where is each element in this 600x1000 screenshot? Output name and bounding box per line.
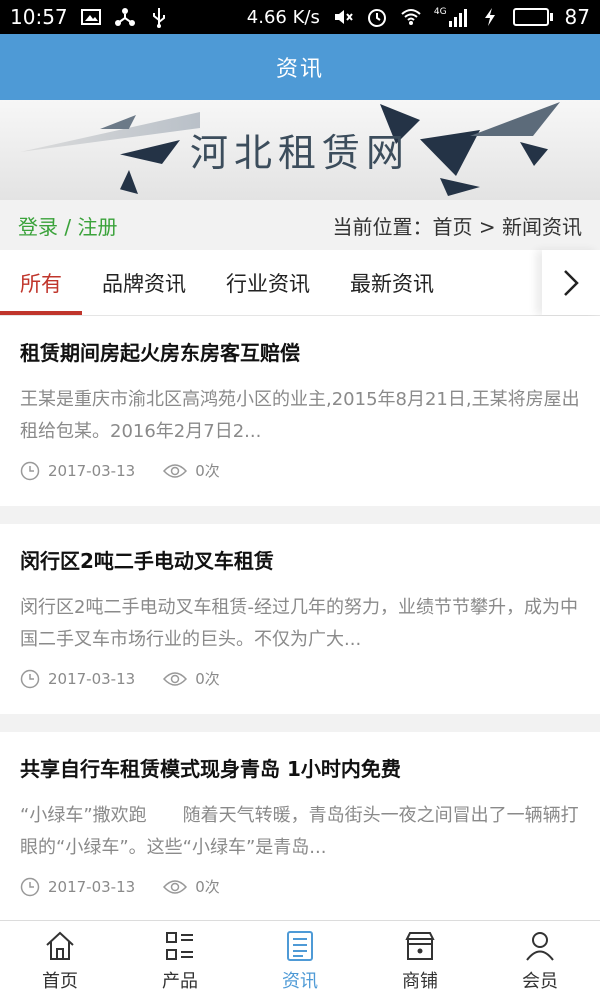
battery-indicator [512,8,553,26]
tab-all[interactable]: 所有 [0,250,82,315]
article-views: 0次 [195,878,220,896]
news-icon [287,930,313,961]
signal-icon: 4G [434,7,467,27]
location-row: 登录 / 注册 当前位置：首页 > 新闻资讯 [0,200,600,250]
nav-label: 产品 [162,970,198,992]
wifi-icon [400,6,422,28]
category-tabs: 所有 品牌资讯 行业资讯 最新资讯 [0,250,600,316]
list-item[interactable]: 共享自行车租赁模式现身青岛 1小时内免费 “小绿车”撒欢跑 随着天气转暖，青岛街… [0,732,600,922]
screenshot-icon [80,6,102,28]
article-title: 共享自行车租赁模式现身青岛 1小时内免费 [20,757,401,781]
nav-home[interactable]: 首页 [0,921,120,1000]
list-item[interactable]: 租赁期间房起火房东房客互赔偿 王某是重庆市渝北区高鸿苑小区的业主,2015年8月… [0,316,600,506]
nav-member[interactable]: 会员 [480,921,600,1000]
tabs-more-button[interactable] [542,250,600,315]
page-title: 资讯 [275,57,324,82]
status-time: 10:57 [10,5,68,29]
nav-label: 会员 [522,970,558,992]
alarm-icon [366,6,388,28]
clock-icon [20,461,40,480]
battery-percent: 87 [564,5,590,29]
article-title: 租赁期间房起火房东房客互赔偿 [20,341,300,365]
banner: 河北租赁网 [0,100,600,200]
article-list: 租赁期间房起火房东房客互赔偿 王某是重庆市渝北区高鸿苑小区的业主,2015年8月… [0,316,600,940]
nav-label: 资讯 [282,970,318,992]
page-header: 资讯 [0,34,600,100]
article-views: 0次 [195,462,220,480]
tab-label: 最新资讯 [350,271,434,296]
mute-icon [332,6,354,28]
home-icon [46,931,74,960]
network-speed: 4.66 K/s [246,6,320,28]
shop-icon [405,931,435,960]
article-summary: 王某是重庆市渝北区高鸿苑小区的业主,2015年8月21日,王某将房屋出租给包某。… [20,389,580,442]
charging-icon [479,6,501,28]
article-views: 0次 [195,670,220,688]
tab-label: 行业资讯 [226,271,310,296]
app-root: 10:57 4.66 K/s 4G 87 资讯 河北租赁网 登录 / 注册 当前… [0,0,600,1000]
nav-shops[interactable]: 商铺 [360,921,480,1000]
tab-brand-news[interactable]: 品牌资讯 [82,250,206,315]
article-meta: 2017-03-13 0次 [20,460,580,481]
article-date: 2017-03-13 [48,669,136,688]
bottom-nav: 首页 产品 资讯 商铺 会员 [0,920,600,1000]
clock-icon [20,877,40,896]
network-type: 4G [433,7,447,17]
article-summary: “小绿车”撒欢跑 随着天气转暖，青岛街头一夜之间冒出了一辆辆打眼的“小绿车”。这… [20,805,579,858]
user-icon [526,931,554,961]
status-bar: 10:57 4.66 K/s 4G 87 [0,0,600,34]
login-register-link[interactable]: 登录 / 注册 [18,211,117,240]
list-item[interactable]: 闵行区2吨二手电动叉车租赁 闵行区2吨二手电动叉车租赁-经过几年的努力，业绩节节… [0,524,600,714]
article-date: 2017-03-13 [48,461,136,480]
product-grid-icon [166,931,193,960]
clock-icon [20,669,40,688]
breadcrumb: 当前位置：首页 > 新闻资讯 [332,214,582,239]
article-summary: 闵行区2吨二手电动叉车租赁-经过几年的努力，业绩节节攀升，成为中国二手叉车市场行… [20,597,578,650]
eye-icon [163,463,188,478]
tab-label: 品牌资讯 [102,271,186,296]
usb-icon [148,6,170,28]
banner-shard [440,178,480,196]
share-icon [114,6,136,28]
nav-news[interactable]: 资讯 [240,921,360,1000]
article-title: 闵行区2吨二手电动叉车租赁 [20,549,274,573]
nav-products[interactable]: 产品 [120,921,240,1000]
article-meta: 2017-03-13 0次 [20,876,580,897]
tab-label: 所有 [20,271,62,296]
tab-latest-news[interactable]: 最新资讯 [330,250,454,315]
eye-icon [163,671,188,686]
chevron-right-icon [564,269,579,296]
article-date: 2017-03-13 [48,877,136,896]
nav-label: 首页 [42,970,78,992]
eye-icon [163,879,188,894]
nav-label: 商铺 [402,970,438,992]
site-title: 河北租赁网 [189,131,410,175]
tab-industry-news[interactable]: 行业资讯 [206,250,330,315]
article-meta: 2017-03-13 0次 [20,668,580,689]
